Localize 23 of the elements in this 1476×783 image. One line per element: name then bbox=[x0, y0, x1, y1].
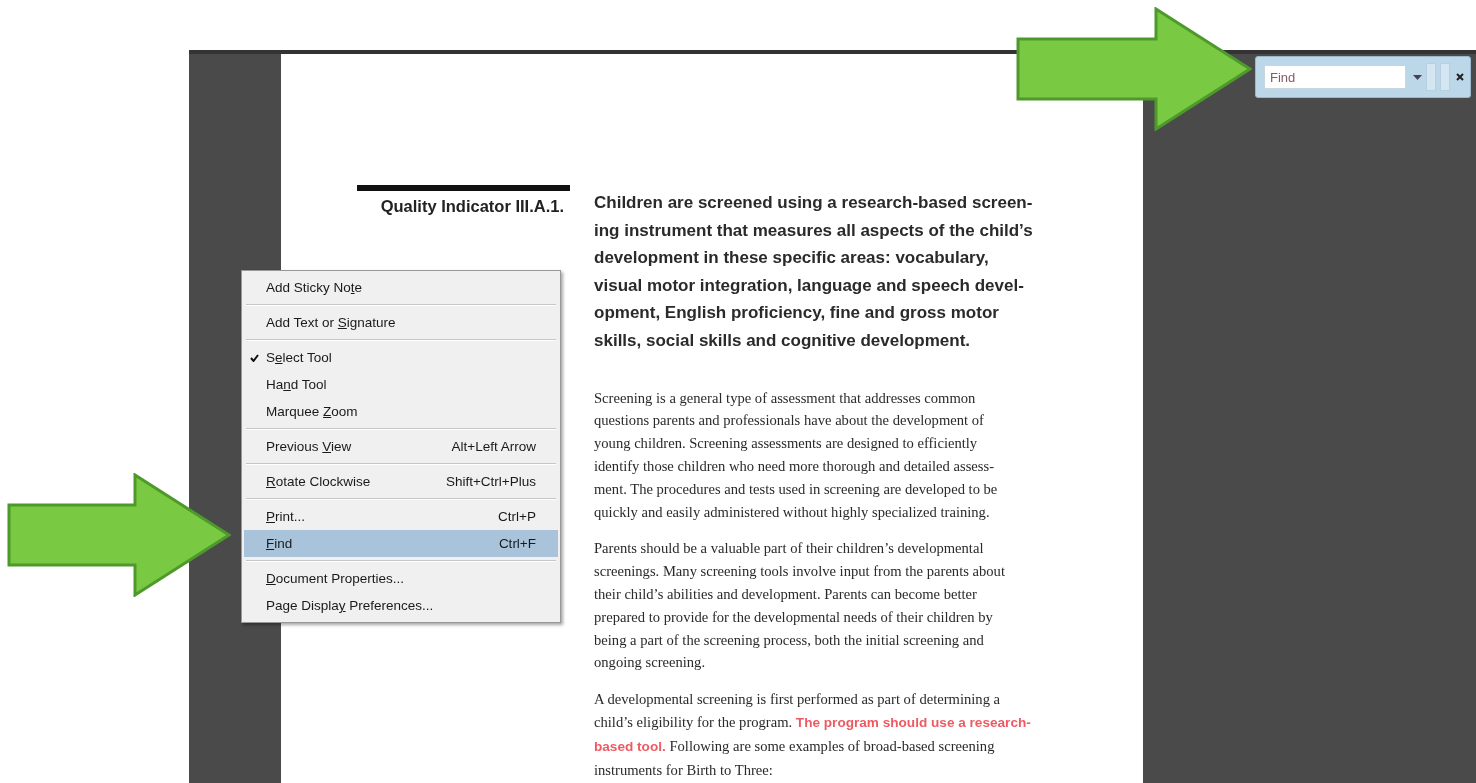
menu-item[interactable]: Document Properties... bbox=[244, 565, 558, 592]
menu-item[interactable]: Hand Tool bbox=[244, 371, 558, 398]
menu-item[interactable]: Rotate Clockwise Shift+Ctrl+Plus bbox=[244, 468, 558, 495]
menu-item[interactable]: Page Display Preferences... bbox=[244, 592, 558, 619]
menu-item[interactable]: Add Sticky Note bbox=[244, 274, 558, 301]
menu-item[interactable]: Print... Ctrl+P bbox=[244, 503, 558, 530]
body-paragraph: A developmental screening is first performed as part of determining a child’s eligibility for the program. The program should use a research- based tool. Following are some examples of broad-based screening instruments for Birth to Three: bbox=[594, 690, 1031, 780]
close-icon[interactable] bbox=[1456, 73, 1464, 81]
menu-item[interactable]: Select Tool bbox=[244, 344, 558, 371]
shortcut-label: Ctrl+P bbox=[498, 509, 536, 524]
menu-item[interactable]: Add Text or Signature bbox=[244, 309, 558, 336]
menu-item[interactable]: Marquee Zoom bbox=[244, 398, 558, 425]
body-paragraph: Screening is a general type of assessment that addresses common questions parents and professionals have about the development of young children. Screening assessments are designed to efficiently identify those children who need more thorough and detailed assess- ment. The procedures and tests used in screening are developed to be quickly and easily administered without highly specialized training. bbox=[594, 388, 998, 522]
indicator-label: Quality Indicator III.A.1. bbox=[379, 197, 565, 216]
find-field[interactable]: Find bbox=[1264, 65, 1406, 89]
shortcut-label: Alt+Left Arrow bbox=[451, 439, 536, 454]
shortcut-label: Ctrl+F bbox=[498, 536, 536, 551]
heading-text: Children are screened using a research-based screen- ing instrument that measures all aspects of the child’s development in these specific areas: vocabulary, visual motor integration, language and speech devel- opment, English proficiency, fine and gross motor skills, social skills and cognitive development. bbox=[594, 192, 1033, 352]
body-paragraph: Parents should be a valuable part of their children’s developmental screenings. Many screening tools involve input from the parents about their child’s abilities and development. Parents can become better prepared to provide for the developmental needs of their children by being a part of the screening process, both the initial screening and ongoing screening. bbox=[594, 539, 1005, 673]
menu-item[interactable]: Find Ctrl+F bbox=[244, 530, 558, 557]
dropdown-icon[interactable] bbox=[1413, 74, 1422, 80]
menu-item[interactable]: Previous View Alt+Left Arrow bbox=[244, 433, 558, 460]
shortcut-label: Shift+Ctrl+Plus bbox=[445, 474, 536, 489]
